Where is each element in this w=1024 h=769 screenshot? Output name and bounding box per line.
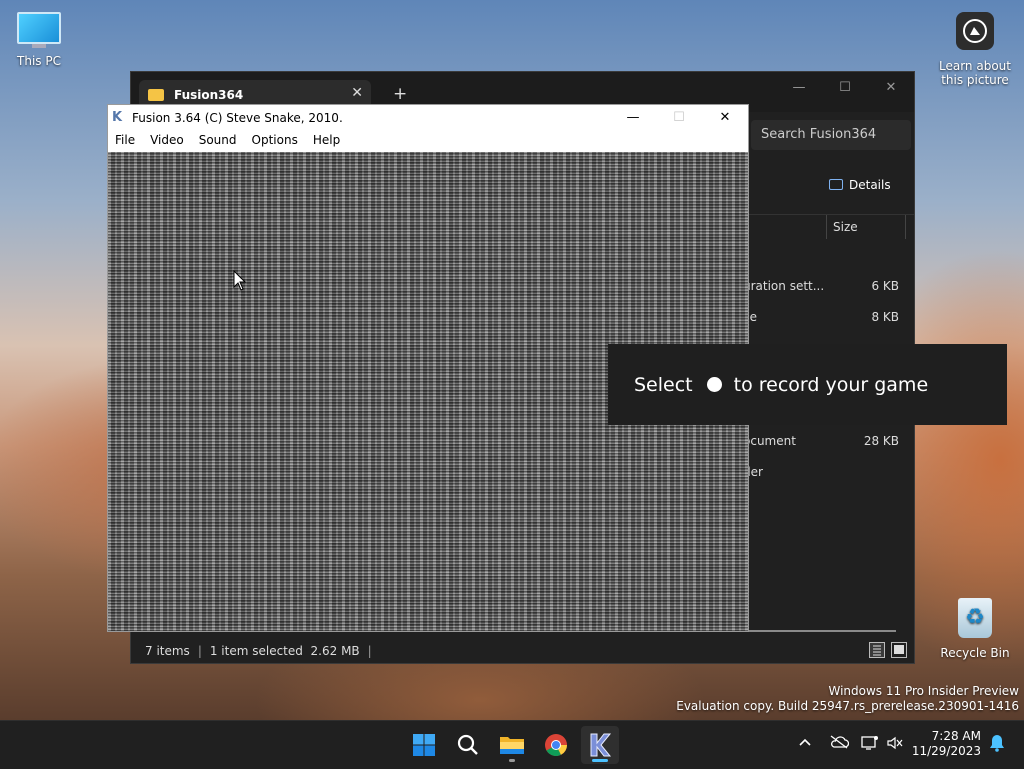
status-item-count: 7 items — [145, 644, 190, 658]
explorer-minimize-button[interactable]: — — [776, 72, 822, 102]
fusion-logo-icon: K — [112, 110, 123, 125]
recycle-bin-label: Recycle Bin — [940, 646, 1010, 660]
explorer-tab-title: Fusion364 — [174, 88, 244, 102]
volume-muted-icon — [887, 736, 903, 750]
chrome-icon — [545, 734, 567, 756]
status-selection: 1 item selected — [209, 644, 303, 658]
this-pc-label: This PC — [17, 54, 61, 68]
kega-fusion-icon — [590, 733, 612, 757]
taskbar-file-explorer[interactable] — [493, 726, 531, 764]
details-view-icon[interactable] — [869, 642, 885, 658]
list-item-size: 8 KB — [871, 310, 899, 324]
tiles-view-icon[interactable] — [891, 642, 907, 658]
list-item-size: 28 KB — [863, 434, 899, 448]
details-pane-icon — [829, 179, 843, 190]
search-icon — [457, 734, 478, 755]
column-header-size[interactable]: Size — [833, 220, 858, 234]
details-label: Details — [849, 178, 891, 192]
notifications-button[interactable] — [989, 734, 1005, 756]
menu-file[interactable]: File — [108, 130, 143, 151]
fusion-minimize-button[interactable]: — — [610, 105, 656, 130]
explorer-status-bar: 7 items | 1 item selected 2.62 MB | — [131, 638, 914, 663]
volume-tray-button[interactable] — [886, 735, 904, 755]
taskbar-clock[interactable]: 7:28 AM 11/29/2023 — [912, 729, 981, 759]
menu-help[interactable]: Help — [306, 130, 348, 151]
new-tab-button[interactable]: + — [393, 84, 407, 104]
learn-label-line1: Learn about — [939, 59, 1011, 73]
file-explorer-icon — [500, 737, 524, 754]
evaluation-watermark: Windows 11 Pro Insider Preview Evaluatio… — [676, 684, 1019, 714]
game-bar-toast: Select to record your game — [608, 344, 1007, 425]
learn-about-picture-shortcut[interactable]: Learn about this picture — [938, 12, 1012, 87]
taskbar: 7:28 AM 11/29/2023 — [0, 720, 1024, 769]
taskbar-chrome[interactable] — [537, 726, 575, 764]
mouse-cursor-icon — [233, 270, 247, 291]
clock-date: 11/29/2023 — [911, 744, 981, 758]
details-pane-button[interactable]: Details — [829, 178, 891, 192]
bell-icon — [990, 735, 1004, 752]
recycle-bin-icon: ♻ — [958, 598, 992, 638]
spotlight-icon — [956, 12, 994, 50]
onedrive-tray-button[interactable] — [829, 735, 850, 753]
list-item-name[interactable]: uration sett... — [743, 279, 824, 293]
record-dot-icon — [706, 377, 722, 392]
menu-options[interactable]: Options — [245, 130, 306, 151]
menu-video[interactable]: Video — [143, 130, 192, 151]
explorer-search-input[interactable]: Search Fusion364 — [751, 120, 911, 150]
watermark-line2: Evaluation copy. Build 25947.rs_prerelea… — [676, 699, 1019, 713]
menu-sound[interactable]: Sound — [192, 130, 245, 151]
monitor-icon — [17, 12, 61, 44]
folder-icon — [148, 89, 164, 101]
cloud-offline-icon — [830, 735, 850, 749]
network-tray-button[interactable] — [861, 735, 879, 755]
learn-label-line2: this picture — [941, 73, 1009, 87]
status-selection-size: 2.62 MB — [310, 644, 360, 658]
fusion-window-title: Fusion 3.64 (C) Steve Snake, 2010. — [132, 111, 343, 125]
watermark-line1: Windows 11 Pro Insider Preview — [828, 684, 1019, 698]
start-icon — [413, 734, 435, 756]
chevron-up-icon — [799, 738, 811, 746]
explorer-close-button[interactable]: ✕ — [868, 72, 914, 102]
toast-text-before: Select — [634, 374, 693, 396]
list-item-name[interactable]: ocument — [743, 434, 796, 448]
start-button[interactable] — [405, 726, 443, 764]
close-tab-icon[interactable]: ✕ — [351, 85, 363, 101]
fusion-menu-bar: File Video Sound Options Help — [108, 130, 748, 151]
taskbar-search-button[interactable] — [449, 726, 487, 764]
this-pc-shortcut[interactable]: This PC — [10, 12, 68, 68]
fusion-title-bar[interactable]: K Fusion 3.64 (C) Steve Snake, 2010. — ☐… — [108, 105, 748, 130]
toast-text-after: to record your game — [733, 374, 929, 396]
fusion-maximize-button: ☐ — [673, 110, 685, 125]
show-hidden-icons-button[interactable] — [798, 735, 812, 753]
network-icon — [861, 736, 878, 750]
horizontal-scrollbar[interactable] — [748, 630, 896, 632]
explorer-maximize-button[interactable]: ☐ — [822, 72, 868, 102]
recycle-bin-shortcut[interactable]: ♻ Recycle Bin — [940, 598, 1010, 660]
list-item-size: 6 KB — [871, 279, 899, 293]
fusion-close-button[interactable]: ✕ — [702, 105, 748, 130]
clock-time: 7:28 AM — [931, 729, 981, 743]
taskbar-kega-fusion[interactable] — [581, 726, 619, 764]
